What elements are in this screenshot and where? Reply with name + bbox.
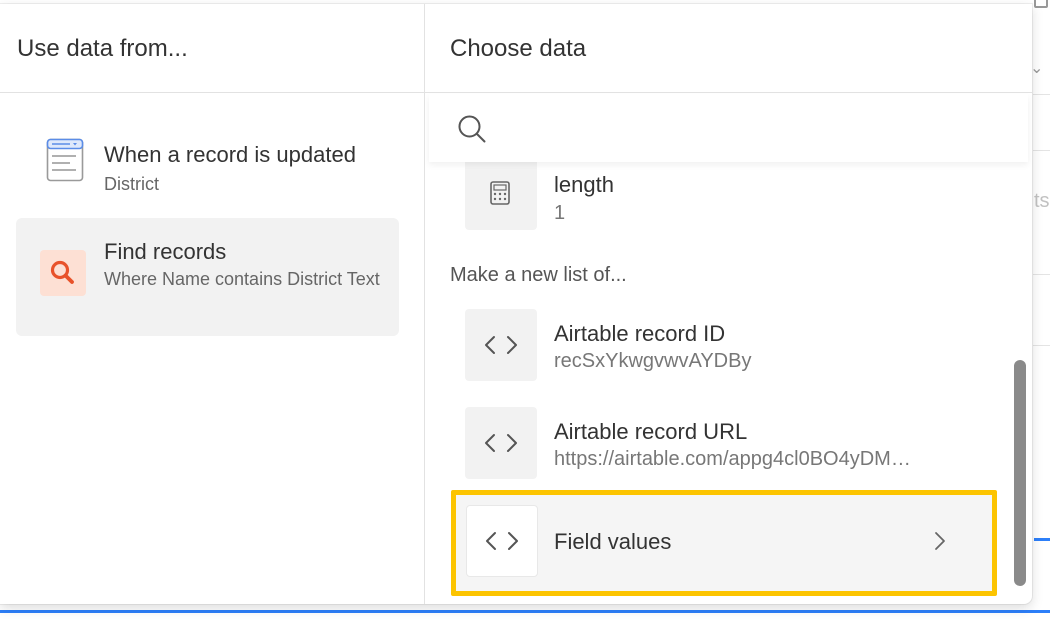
scrollbar-thumb[interactable] (1014, 360, 1026, 586)
data-item-title: Field values (554, 529, 672, 554)
code-icon (466, 505, 538, 577)
data-item-record-url[interactable]: Airtable record URL https://airtable.com… (465, 407, 1005, 479)
window-corner-icon (1034, 0, 1048, 8)
section-label: Make a new list of... (450, 264, 627, 286)
data-item-value: recSxYkwgvwvAYDBy (554, 350, 752, 372)
source-item-title: When a record is updated (104, 142, 356, 167)
data-item-value: https://airtable.com/appg4cl0BO4yDM… (554, 448, 911, 470)
data-item-record-id[interactable]: Airtable record ID recSxYkwgvwvAYDBy (465, 309, 1005, 381)
background-divider (1033, 274, 1050, 275)
data-item-field-values[interactable]: Field values (451, 490, 997, 596)
background-blue-accent (0, 610, 1050, 613)
code-icon (465, 309, 537, 381)
chevron-right-icon[interactable] (930, 529, 950, 553)
panel-title: Choose data (450, 35, 587, 62)
chevron-down-icon: ⌄ (1030, 60, 1044, 77)
background-partial-text: ts (1034, 190, 1050, 212)
data-item-value: 1 (554, 202, 566, 224)
calculator-icon (465, 158, 537, 230)
data-item-title: Airtable record ID (554, 321, 726, 346)
background-divider (1033, 345, 1050, 346)
background-divider (1033, 94, 1050, 95)
source-item-find-records[interactable]: Find records Where Name contains Distric… (16, 218, 399, 336)
source-item-trigger[interactable]: When a record is updated District (16, 124, 399, 204)
source-item-title: Find records (104, 239, 227, 264)
background-divider (1033, 150, 1050, 151)
code-icon (465, 407, 537, 479)
search-input[interactable] (429, 94, 1028, 162)
data-item-length[interactable]: length 1 (465, 158, 1005, 230)
table-record-icon (46, 138, 84, 182)
source-item-subtitle: District (104, 174, 159, 194)
screen: ⌄ ts Use data from... When a record is u… (0, 0, 1050, 624)
panel-header: Choose data (425, 4, 1032, 93)
source-item-subtitle: Where Name contains District Text (104, 269, 380, 289)
data-source-panel: Use data from... When a record is update… (0, 4, 425, 604)
background-blue-accent (1034, 538, 1050, 541)
panel-title: Use data from... (17, 35, 188, 62)
search-icon (40, 250, 86, 296)
search-icon (457, 114, 487, 144)
panel-header: Use data from... (0, 4, 424, 93)
data-item-title: length (554, 172, 614, 197)
data-picker-popover: Use data from... When a record is update… (0, 4, 1032, 604)
data-item-title: Airtable record URL (554, 419, 748, 444)
